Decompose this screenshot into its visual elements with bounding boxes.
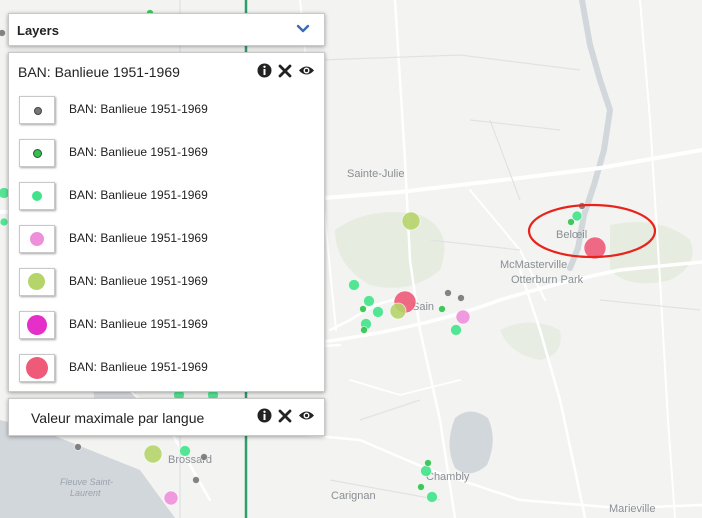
close-icon[interactable] bbox=[278, 64, 292, 78]
map-marker[interactable] bbox=[420, 465, 432, 477]
map-marker[interactable] bbox=[372, 306, 384, 318]
map-marker[interactable] bbox=[200, 453, 208, 461]
map-marker[interactable] bbox=[348, 279, 360, 291]
legend-dot bbox=[28, 273, 45, 290]
map-marker[interactable] bbox=[192, 476, 200, 484]
legend-label: BAN: Banlieue 1951-1969 bbox=[69, 188, 208, 202]
map-marker[interactable] bbox=[179, 445, 191, 457]
map-marker[interactable] bbox=[417, 483, 425, 491]
eye-icon[interactable] bbox=[298, 409, 315, 422]
place-label: Fleuve Saint- bbox=[60, 477, 113, 487]
legend-dot bbox=[27, 315, 47, 335]
legend-label: BAN: Banlieue 1951-1969 bbox=[69, 145, 208, 159]
legend-swatch bbox=[19, 311, 55, 339]
legend-swatch bbox=[19, 96, 55, 124]
legend-item: BAN: Banlieue 1951-1969 bbox=[19, 225, 309, 253]
map-marker[interactable] bbox=[163, 490, 179, 506]
map-marker[interactable] bbox=[74, 443, 82, 451]
place-label: Chambly bbox=[426, 471, 470, 483]
map-marker[interactable] bbox=[455, 309, 471, 325]
legend-swatch bbox=[19, 182, 55, 210]
place-label: McMasterville bbox=[500, 259, 567, 271]
layer-title: BAN: Banlieue 1951-1969 bbox=[18, 64, 180, 80]
map-marker[interactable] bbox=[0, 217, 9, 227]
map-marker[interactable] bbox=[450, 324, 462, 336]
legend-item: BAN: Banlieue 1951-1969 bbox=[19, 311, 309, 339]
legend-label: BAN: Banlieue 1951-1969 bbox=[69, 231, 208, 245]
map-marker[interactable] bbox=[143, 444, 163, 464]
layer-controls bbox=[257, 63, 315, 78]
valeur-controls bbox=[257, 408, 315, 423]
map-marker[interactable] bbox=[438, 305, 446, 313]
map-marker[interactable] bbox=[389, 302, 407, 320]
map-marker[interactable] bbox=[567, 218, 575, 226]
legend-item: BAN: Banlieue 1951-1969 bbox=[19, 268, 309, 296]
map-marker[interactable] bbox=[360, 326, 368, 334]
legend-label: BAN: Banlieue 1951-1969 bbox=[69, 274, 208, 288]
legend-dot bbox=[32, 191, 42, 201]
legend-label: BAN: Banlieue 1951-1969 bbox=[69, 317, 208, 331]
legend-swatch bbox=[19, 268, 55, 296]
place-label: Laurent bbox=[70, 488, 101, 498]
legend-label: BAN: Banlieue 1951-1969 bbox=[69, 360, 208, 374]
legend-dot bbox=[26, 357, 48, 379]
legend-item: BAN: Banlieue 1951-1969 bbox=[19, 182, 309, 210]
place-label: Otterburn Park bbox=[511, 274, 584, 286]
place-label: Marieville bbox=[609, 503, 655, 515]
eye-icon[interactable] bbox=[298, 64, 315, 77]
valeur-title: Valeur maximale par langue bbox=[31, 410, 205, 426]
map-marker[interactable] bbox=[0, 29, 6, 37]
layers-header[interactable]: Layers bbox=[8, 13, 325, 46]
place-label: Carignan bbox=[331, 490, 376, 502]
legend-dot bbox=[34, 107, 42, 115]
layers-title: Layers bbox=[17, 23, 59, 38]
map-marker[interactable] bbox=[457, 294, 465, 302]
legend-label: BAN: Banlieue 1951-1969 bbox=[69, 102, 208, 116]
valeur-layer-panel: Valeur maximale par langue bbox=[8, 398, 325, 436]
map-marker[interactable] bbox=[424, 459, 432, 467]
map-marker[interactable] bbox=[359, 305, 367, 313]
place-label: Sainte-Julie bbox=[347, 168, 404, 180]
legend-swatch bbox=[19, 139, 55, 167]
legend-swatch bbox=[19, 354, 55, 382]
close-icon[interactable] bbox=[278, 409, 292, 423]
place-label: Belœil bbox=[556, 229, 587, 241]
layer-legend-panel: BAN: Banlieue 1951-1969 BAN: Banlieue 19… bbox=[8, 52, 325, 392]
info-icon[interactable] bbox=[257, 408, 272, 423]
legend-item: BAN: Banlieue 1951-1969 bbox=[19, 96, 309, 124]
map-marker[interactable] bbox=[444, 289, 452, 297]
legend-item: BAN: Banlieue 1951-1969 bbox=[19, 354, 309, 382]
legend-swatch bbox=[19, 225, 55, 253]
map-marker[interactable] bbox=[363, 295, 375, 307]
map-marker[interactable] bbox=[426, 491, 438, 503]
legend-dot bbox=[30, 232, 44, 246]
map-marker[interactable] bbox=[401, 211, 421, 231]
legend-item: BAN: Banlieue 1951-1969 bbox=[19, 139, 309, 167]
chevron-down-icon[interactable] bbox=[296, 24, 310, 34]
info-icon[interactable] bbox=[257, 63, 272, 78]
legend-dot bbox=[33, 149, 42, 158]
